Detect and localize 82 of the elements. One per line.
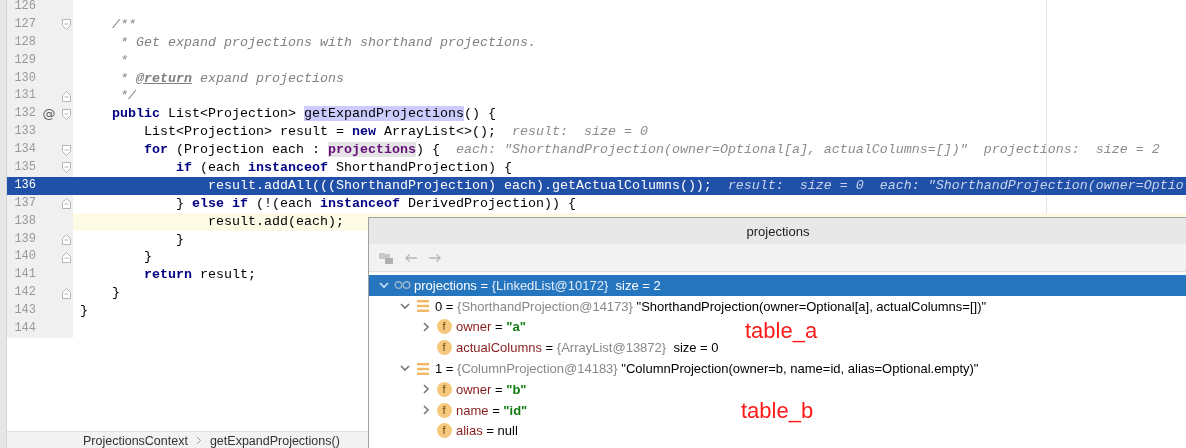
variable-value: 1 = {ColumnProjection@14183} "ColumnProjection(owner=b, name=id, alias=Optional.empty)" xyxy=(435,361,979,377)
code-line: List<Projection> result = new ArrayList<>(); xyxy=(144,123,496,142)
debug-value-hint: each: "ShorthandProjection(owner=Optional[a], actualColumns=[])" projections: size = 2 xyxy=(455,141,1160,159)
line-number: 143 xyxy=(13,302,36,320)
debug-value-hint: result: size = 0 each: "ShorthandProjection(owner=Optio xyxy=(727,176,1184,195)
popup-title: projections xyxy=(746,223,810,239)
line-number: 128 xyxy=(13,33,36,51)
code-line: result.addAll(((ShorthandProjection) each).getActualColumns()); xyxy=(208,176,712,195)
code-line: public List<Projection> getExpandProjections() { xyxy=(112,105,496,124)
breadcrumb[interactable]: ProjectionsContext xyxy=(83,433,188,448)
variable-value: alias = null xyxy=(456,423,518,439)
variable-value: owner = "b" xyxy=(456,381,527,397)
line-number: 135 xyxy=(13,159,36,176)
code-line: for (Projection each : projections) { xyxy=(144,141,440,159)
line-number: 133 xyxy=(13,123,36,141)
tree-row[interactable]: f owner = "b" xyxy=(369,379,533,400)
line-number: 137 xyxy=(13,194,36,212)
field-badge: f xyxy=(436,381,452,397)
variable-value: actualColumns = {ArrayList@13872} size = 0 xyxy=(456,340,719,356)
field-badge: f xyxy=(436,319,452,335)
line-number: 142 xyxy=(13,284,36,302)
fold-icon[interactable] xyxy=(62,162,71,174)
fold-icon[interactable] xyxy=(62,198,71,210)
fold-icon[interactable] xyxy=(62,287,71,299)
line-number: 141 xyxy=(13,266,36,284)
code-line: } xyxy=(80,302,88,321)
code-line: * @return expand projections xyxy=(120,69,344,88)
fold-icon[interactable] xyxy=(62,234,71,245)
code-line: return result; xyxy=(144,266,256,285)
tree-row[interactable]: projections = {LinkedList@10172} size = 2 xyxy=(369,275,1186,296)
debug-value-hint: result: size = 0 xyxy=(511,123,648,142)
tree-row[interactable]: f alias = null xyxy=(369,420,524,442)
tree-row[interactable]: f name = "id" xyxy=(369,399,534,421)
code-line: } xyxy=(176,230,184,249)
variable-value: name = "id" xyxy=(456,402,528,418)
code-line: } xyxy=(144,248,152,267)
fold-icon[interactable] xyxy=(62,251,71,263)
code-line: * xyxy=(120,51,128,70)
code-line: * Get expand projections with shorthand projections. xyxy=(120,33,536,52)
list-icon xyxy=(417,362,429,375)
tree-row[interactable]: 1 = {ColumnProjection@14183} "ColumnProjection(owner=b, name=id, alias=Optional.empty)" xyxy=(369,358,985,379)
tree-row[interactable]: 0 = {ShorthandProjection@14173} "ShorthandProjection(owner=Optional[a], actualColumns=[])" xyxy=(369,295,993,317)
forward-arrow-icon[interactable] xyxy=(428,252,442,263)
line-number: 140 xyxy=(13,248,36,266)
line-number: 130 xyxy=(13,69,36,87)
variable-value: projections = {LinkedList@10172} size = 2 xyxy=(414,277,661,293)
line-number: 132 xyxy=(13,105,36,123)
line-number: 129 xyxy=(13,51,36,69)
line-number: 126 xyxy=(13,0,36,15)
tree-row[interactable]: f owner = "a" xyxy=(369,316,532,338)
code-line: } xyxy=(112,284,120,303)
field-badge: f xyxy=(436,402,452,418)
code-line: } else if (!(each instanceof DerivedProjection)) { xyxy=(176,194,576,213)
line-number: 138 xyxy=(13,212,36,230)
variable-value: owner = "a" xyxy=(456,319,526,335)
code-line: result.add(each); xyxy=(208,212,344,231)
line-number: 139 xyxy=(13,230,36,248)
annotation-text: table_a xyxy=(745,318,818,344)
fold-icon[interactable] xyxy=(62,19,71,31)
list-icon xyxy=(417,300,429,313)
tree-row[interactable]: f actualColumns = {ArrayList@13872} size = 0 xyxy=(369,337,725,359)
fold-icon[interactable] xyxy=(62,108,71,120)
folder-icon[interactable] xyxy=(378,250,394,265)
line-number: 131 xyxy=(13,87,36,105)
fold-icon[interactable] xyxy=(62,144,71,156)
line-number: 127 xyxy=(13,15,36,33)
line-number: 136 xyxy=(13,176,36,194)
breadcrumb[interactable]: getExpandProjections() xyxy=(209,433,340,448)
line-number: 134 xyxy=(13,141,36,159)
variable-value: 0 = {ShorthandProjection@14173} "ShorthandProjection(owner=Optional[a], actualColumns=[])" xyxy=(435,298,987,314)
field-badge: f xyxy=(436,423,452,439)
code-line: if (each instanceof ShorthandProjection) { xyxy=(176,159,512,177)
implements-marker[interactable]: @ xyxy=(42,105,56,121)
glasses-icon xyxy=(393,281,411,290)
field-badge: f xyxy=(436,340,452,356)
fold-icon[interactable] xyxy=(62,90,71,102)
back-arrow-icon[interactable] xyxy=(404,252,418,263)
line-number: 144 xyxy=(13,320,36,338)
annotation-text: table_b xyxy=(741,398,814,424)
code-line: */ xyxy=(120,87,136,106)
code-line: /** xyxy=(112,15,136,34)
chevron-icon xyxy=(195,436,202,445)
